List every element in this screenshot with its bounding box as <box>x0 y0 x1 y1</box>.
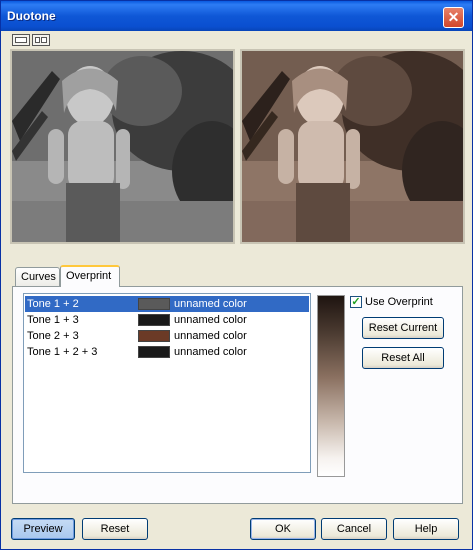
color-name: unnamed color <box>174 330 247 342</box>
use-overprint-label: Use Overprint <box>365 296 433 308</box>
title-bar[interactable]: Duotone ✕ <box>1 1 472 31</box>
preview-button[interactable]: Preview <box>11 518 75 540</box>
overprint-gradient-preview <box>317 295 345 477</box>
list-item[interactable]: Tone 1 + 2 unnamed color <box>25 296 309 312</box>
color-name: unnamed color <box>174 314 247 326</box>
reset-button[interactable]: Reset <box>82 518 148 540</box>
duotone-preview-image <box>240 49 465 244</box>
close-button[interactable]: ✕ <box>443 7 464 28</box>
tab-curves-label: Curves <box>21 271 56 283</box>
overprint-color-list[interactable]: Tone 1 + 2 unnamed color Tone 1 + 3 unna… <box>23 293 311 473</box>
tab-overprint-label: Overprint <box>66 270 112 282</box>
tone-name: Tone 1 + 2 + 3 <box>27 346 98 358</box>
tone-name: Tone 1 + 2 <box>27 298 79 310</box>
list-item[interactable]: Tone 2 + 3 unnamed color <box>25 328 309 344</box>
duotone-dialog: Duotone ✕ Curves Overprint Tone 1 + 2 un… <box>0 0 473 550</box>
split-view-button[interactable] <box>32 34 50 46</box>
color-swatch[interactable] <box>138 330 170 342</box>
help-button[interactable]: Help <box>393 518 459 540</box>
single-view-button[interactable] <box>12 34 30 46</box>
checkbox-check-icon[interactable]: ✓ <box>350 296 362 308</box>
color-name: unnamed color <box>174 346 247 358</box>
color-swatch[interactable] <box>138 346 170 358</box>
list-item[interactable]: Tone 1 + 2 + 3 unnamed color <box>25 344 309 360</box>
cancel-button[interactable]: Cancel <box>321 518 387 540</box>
window-title: Duotone <box>7 9 56 23</box>
color-swatch[interactable] <box>138 314 170 326</box>
tab-overprint[interactable]: Overprint <box>60 265 120 287</box>
reset-all-button[interactable]: Reset All <box>362 347 444 369</box>
tab-curves[interactable]: Curves <box>15 267 60 287</box>
list-item[interactable]: Tone 1 + 3 unnamed color <box>25 312 309 328</box>
tone-name: Tone 2 + 3 <box>27 330 79 342</box>
original-preview-image <box>10 49 235 244</box>
ok-button[interactable]: OK <box>250 518 316 540</box>
color-name: unnamed color <box>174 298 247 310</box>
tone-name: Tone 1 + 3 <box>27 314 79 326</box>
color-swatch[interactable] <box>138 298 170 310</box>
reset-current-button[interactable]: Reset Current <box>362 317 444 339</box>
